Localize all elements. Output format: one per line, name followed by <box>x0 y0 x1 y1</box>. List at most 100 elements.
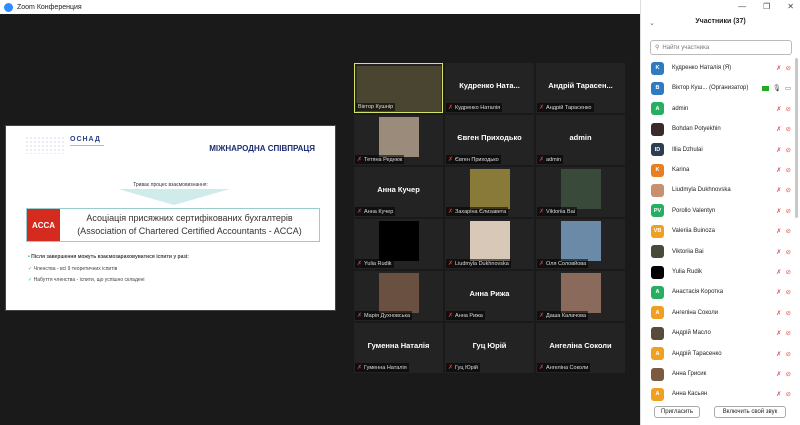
participant-row[interactable]: Liudmyla Dukhnovska ✗ ⊘ <box>641 180 795 200</box>
avatar: A <box>651 347 664 361</box>
video-tile[interactable]: Євген Приходько ✗ Євген Приходько <box>445 115 534 165</box>
mic-muted-icon: ✗ <box>357 313 363 319</box>
unmute-self-button[interactable]: Включить свой звук <box>714 406 786 418</box>
video-tile[interactable]: Ангеліна Соколи ✗ Ангеліна Соколи <box>536 323 625 373</box>
participant-row[interactable]: Yulia Rudik ✗ ⊘ <box>641 262 795 282</box>
avatar <box>651 245 664 259</box>
tile-name: Liudmyla Dukhnovska <box>455 260 509 267</box>
video-tile[interactable]: ✗ Yulia Rudik <box>354 219 443 269</box>
mic-muted-icon: ✗ <box>448 157 454 163</box>
participant-row[interactable]: A Андрій Тарасенко ✗ ⊘ <box>641 344 795 364</box>
mic-muted-icon: ✗ <box>539 209 545 215</box>
video-tile[interactable]: admin ✗ admin <box>536 115 625 165</box>
camera-off-icon: ⊘ <box>785 187 791 195</box>
tile-display-name: Анна Рижа <box>469 289 510 298</box>
scrollbar[interactable] <box>795 58 798 218</box>
participant-row[interactable]: Viktoriia Bai ✗ ⊘ <box>641 242 795 262</box>
bullet-check: ✓ Набуття членства - іспити, що успішно … <box>28 277 145 283</box>
avatar: A <box>651 306 664 320</box>
tile-name-label: Віктор Кушнір <box>356 103 396 111</box>
slide-title: МІЖНАРОДНА СПІВПРАЦЯ <box>209 144 315 153</box>
camera-off-icon: ⊘ <box>785 309 791 317</box>
camera-off-icon: ⊘ <box>785 330 791 338</box>
participant-row[interactable]: Bohdan Potyekhin ✗ ⊘ <box>641 119 795 139</box>
tile-name-label: ✗ Захаріна Єлизавета <box>446 207 509 216</box>
mic-muted-icon: ✗ <box>539 157 545 163</box>
mic-muted-icon: ✗ <box>776 248 782 256</box>
close-icon[interactable]: ✕ <box>787 2 794 11</box>
video-tile[interactable]: Гуменна Наталія ✗ Гуменна Наталія <box>354 323 443 373</box>
mic-muted-icon: ✗ <box>776 187 782 195</box>
participant-row[interactable]: K Karina ✗ ⊘ <box>641 160 795 180</box>
acca-line1: Асоціація присяжних сертифікованих бухга… <box>86 213 293 223</box>
participant-row[interactable]: Андрій Масло ✗ ⊘ <box>641 323 795 343</box>
tile-display-name: Анна Кучер <box>377 185 420 194</box>
tile-name-label: ✗ Андрій Тарасенко <box>537 103 594 112</box>
avatar: VB <box>651 224 664 238</box>
tile-display-name: Кудренко Ната... <box>459 81 520 90</box>
mic-muted-icon: ✗ <box>448 209 454 215</box>
tile-name: admin <box>546 156 562 163</box>
mic-muted-icon: ✗ <box>448 261 454 267</box>
video-tile[interactable]: ✗ Viktoriia Bai <box>536 167 625 217</box>
participant-row[interactable]: K Кудренко Наталія (Я) ✗ ⊘ <box>641 58 795 78</box>
mic-muted-icon: ✗ <box>776 309 782 317</box>
participant-row[interactable]: ID Illia Dzhulai ✗ ⊘ <box>641 140 795 160</box>
video-tile[interactable]: ✗ Марія Духновська <box>354 271 443 321</box>
invite-button[interactable]: Пригласить <box>654 406 700 418</box>
participant-row[interactable]: VB Valeriia Buinoza ✗ ⊘ <box>641 221 795 241</box>
mic-muted-icon: ✗ <box>357 209 363 215</box>
tile-display-name: admin <box>569 133 592 142</box>
participant-row[interactable]: Aadmin ✗ ⊘ <box>641 99 795 119</box>
avatar: A <box>651 285 664 299</box>
participant-row[interactable]: A Анна Касьян ✗ ⊘ <box>641 384 795 404</box>
mic-muted-icon: ✗ <box>539 365 545 371</box>
tile-name-label: ✗ Марія Духновська <box>355 311 413 320</box>
camera-off-icon: ⊘ <box>785 289 791 297</box>
participant-row[interactable]: A Анастасія Коротка ✗ ⊘ <box>641 282 795 302</box>
tile-name: Кудренко Наталія <box>455 104 501 111</box>
participant-row[interactable]: B Віктор Куш... (Организатор) 🎙 ▭ <box>641 78 795 98</box>
tile-name: Даша Калачова <box>546 312 587 319</box>
participant-row[interactable]: A Ангеліна Соколи ✗ ⊘ <box>641 303 795 323</box>
video-tile[interactable]: Кудренко Ната... ✗ Кудренко Наталія <box>445 63 534 113</box>
participant-name: Viktoriia Bai <box>672 248 704 255</box>
camera-off-icon: ⊘ <box>785 350 791 358</box>
tile-name: Андрій Тарасенко <box>546 104 592 111</box>
video-tile[interactable]: ✗ Оля Соловйова <box>536 219 625 269</box>
avatar <box>651 265 664 279</box>
video-tile[interactable]: ✗ Liudmyla Dukhnovska <box>445 219 534 269</box>
tile-display-name: Євген Приходько <box>457 133 522 142</box>
oshad-logo: ОСНАД <box>70 136 101 143</box>
meeting-area: ОСНАД МІЖНАРОДНА СПІВПРАЦЯ Триває процес… <box>0 14 640 425</box>
participant-video <box>469 169 510 209</box>
mic-muted-icon: ✗ <box>776 330 782 338</box>
video-tile[interactable]: Андрій Тарасен... ✗ Андрій Тарасенко <box>536 63 625 113</box>
video-tile[interactable]: Анна Рижа ✗ Анна Рижа <box>445 271 534 321</box>
panel-title: Участники (37) <box>695 18 746 25</box>
video-tile[interactable]: Анна Кучер ✗ Анна Кучер <box>354 167 443 217</box>
video-tile[interactable]: Віктор Кушнір <box>354 63 443 113</box>
video-tile[interactable]: ✗ Захаріна Єлизавета <box>445 167 534 217</box>
mic-muted-icon: ✗ <box>357 365 363 371</box>
mic-muted-icon: ✗ <box>357 157 363 163</box>
tile-name: Анна Рижа <box>455 312 483 319</box>
video-tile[interactable]: Гуц Юрій ✗ Гуц Юрій <box>445 323 534 373</box>
video-tile[interactable]: ✗ Тетяна Реднюк <box>354 115 443 165</box>
participant-name: Андрій Масло <box>672 330 711 337</box>
camera-off-icon: ⊘ <box>785 65 791 72</box>
participant-name: Кудренко Наталія (Я) <box>672 65 732 71</box>
restore-icon[interactable]: ❐ <box>763 2 770 11</box>
avatar: K <box>651 163 664 177</box>
participant-video <box>560 169 601 209</box>
mic-muted-icon: ✗ <box>357 261 363 267</box>
minimize-icon[interactable]: — <box>738 2 746 11</box>
camera-off-icon: ⊘ <box>785 207 791 215</box>
participant-row[interactable]: Анна Грисик ✗ ⊘ <box>641 364 795 384</box>
camera-off-icon: ⊘ <box>785 105 791 113</box>
video-tile[interactable]: ✗ Даша Калачова <box>536 271 625 321</box>
search-input[interactable]: ⚲ Найти участника <box>650 40 792 55</box>
tile-name: Viktoriia Bai <box>546 208 575 215</box>
mic-muted-icon: ✗ <box>776 289 782 297</box>
participant-row[interactable]: PV Porollo Valentyn ✗ ⊘ <box>641 201 795 221</box>
